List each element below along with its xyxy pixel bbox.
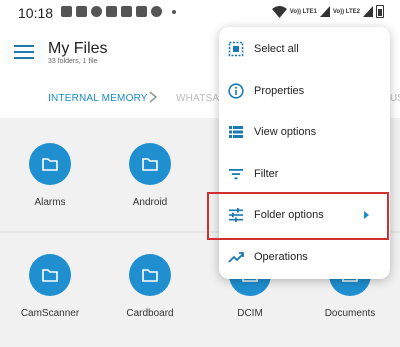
gmail-icon bbox=[61, 6, 72, 17]
page-subtitle: 33 folders, 1 file bbox=[48, 58, 98, 65]
hamburger-menu-icon[interactable] bbox=[14, 45, 34, 61]
folder-icon bbox=[129, 254, 171, 296]
breadcrumb-truncated[interactable]: US bbox=[390, 93, 400, 104]
folder-icon bbox=[29, 143, 71, 185]
menu-item-label: Operations bbox=[254, 251, 308, 263]
status-bar: 10:18 Vo)) LTE1 Vo)) LTE2 bbox=[0, 0, 400, 26]
menu-item-select-all[interactable]: Select all bbox=[219, 29, 390, 70]
google-icon bbox=[91, 6, 102, 17]
more-notifications-icon bbox=[172, 9, 176, 14]
select-all-icon bbox=[228, 41, 244, 57]
folder-label: Alarms bbox=[34, 197, 66, 208]
folder-label: Android bbox=[132, 197, 168, 208]
menu-item-operations[interactable]: Operations bbox=[219, 237, 390, 278]
battery-icon bbox=[376, 5, 384, 18]
menu-item-properties[interactable]: Properties bbox=[219, 71, 390, 112]
folder-label: DCIM bbox=[237, 308, 263, 319]
menu-item-label: Select all bbox=[254, 43, 299, 55]
menu-item-label: View options bbox=[254, 126, 317, 138]
mail-icon bbox=[76, 6, 87, 17]
folder-label: CamScanner bbox=[20, 308, 80, 319]
folder-icon bbox=[29, 254, 71, 296]
info-icon bbox=[228, 83, 244, 99]
folder-icon bbox=[129, 143, 171, 185]
folder-label: Documents bbox=[324, 308, 376, 319]
folder-cardboard[interactable]: Cardboard bbox=[105, 254, 195, 319]
carrier1-label: Vo)) LTE1 bbox=[289, 8, 317, 15]
breadcrumb-internal-memory[interactable]: INTERNAL MEMORY bbox=[48, 93, 148, 104]
highlight-box bbox=[207, 192, 389, 240]
notification-icons bbox=[61, 6, 176, 17]
folder-alarms[interactable]: Alarms bbox=[5, 143, 95, 208]
page-title: My Files bbox=[48, 40, 108, 57]
youtube-icon bbox=[106, 6, 117, 17]
overflow-menu: Select all Properties View options Filte… bbox=[219, 27, 390, 279]
trending-icon bbox=[228, 252, 244, 263]
system-icons: Vo)) LTE1 Vo)) LTE2 bbox=[271, 5, 384, 18]
chat-icon bbox=[151, 6, 162, 17]
menu-item-filter[interactable]: Filter bbox=[219, 154, 390, 195]
status-time: 10:18 bbox=[18, 5, 54, 21]
twitter-icon bbox=[136, 6, 147, 17]
chevron-right-icon bbox=[149, 91, 158, 103]
signal1-icon bbox=[319, 6, 330, 17]
folder-android[interactable]: Android bbox=[105, 143, 195, 208]
filter-icon bbox=[229, 169, 243, 180]
wifi-icon bbox=[271, 5, 287, 18]
folder-label: Cardboard bbox=[126, 308, 174, 319]
carrier2-label: Vo)) LTE2 bbox=[332, 8, 360, 15]
view-list-icon bbox=[229, 126, 243, 138]
folder-camscanner[interactable]: CamScanner bbox=[5, 254, 95, 319]
menu-item-label: Properties bbox=[254, 85, 305, 97]
menu-item-view-options[interactable]: View options bbox=[219, 112, 390, 153]
signal2-icon bbox=[363, 6, 373, 17]
youtube-icon-2 bbox=[121, 6, 132, 17]
menu-item-label: Filter bbox=[254, 168, 279, 180]
